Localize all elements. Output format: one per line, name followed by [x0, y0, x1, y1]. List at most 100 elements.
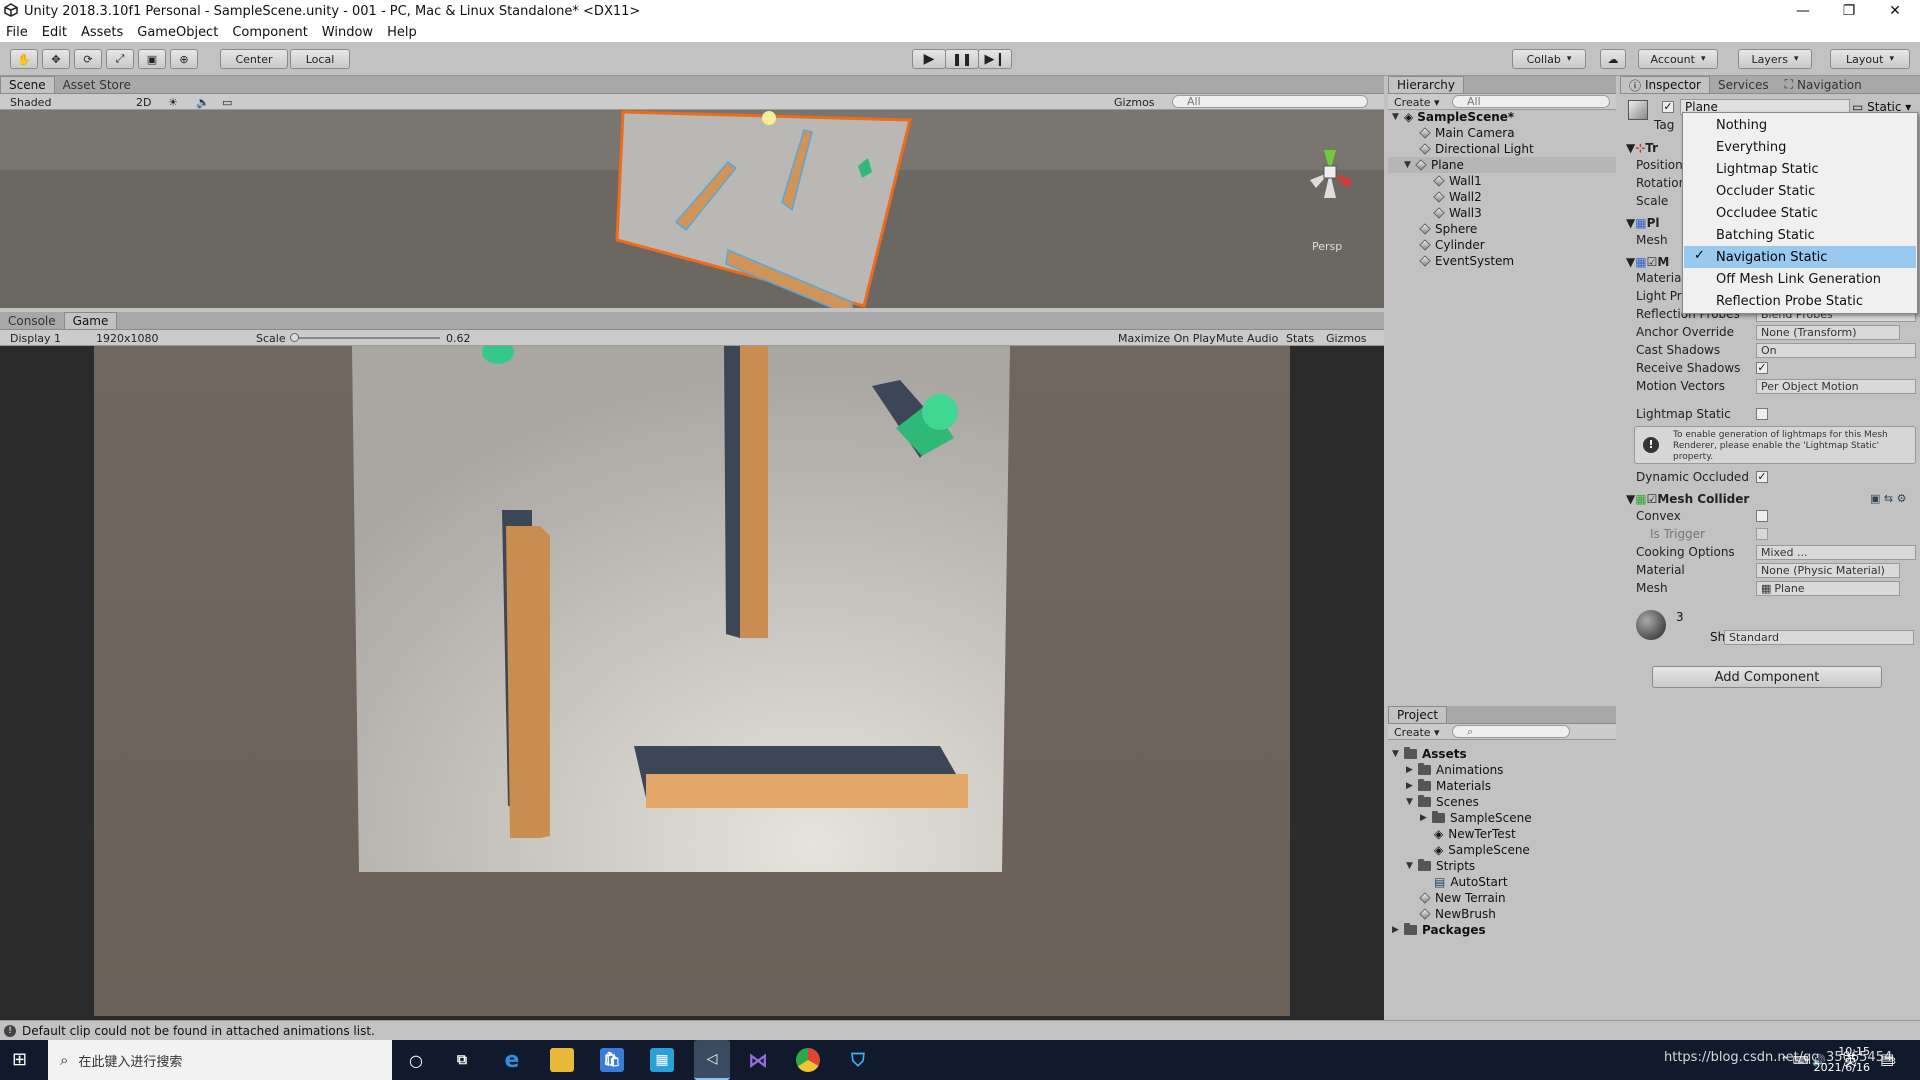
project-item[interactable]: ▶ Materials [1406, 778, 1491, 794]
menu-edit[interactable]: Edit [42, 25, 67, 40]
collider-enabled-checkbox[interactable]: ☑ [1647, 492, 1658, 506]
mute-audio-toggle[interactable]: Mute Audio [1216, 330, 1278, 346]
tab-hierarchy[interactable]: Hierarchy [1388, 76, 1465, 93]
menu-item-batching-static[interactable]: Batching Static [1684, 224, 1916, 246]
notification-icon[interactable]: ▤3 [1880, 1050, 1896, 1068]
dynamic-occluded-checkbox[interactable]: ✓ [1756, 471, 1768, 483]
receive-shadows-checkbox[interactable]: ✓ [1756, 362, 1768, 374]
maximize-on-play-toggle[interactable]: Maximize On Play [1118, 330, 1216, 346]
cortana-icon[interactable]: ○ [404, 1048, 428, 1072]
scene-search-input[interactable]: All [1172, 95, 1368, 108]
collider-material-field[interactable]: None (Physic Material) [1756, 563, 1900, 578]
pause-icon[interactable]: ❚❚ [945, 49, 979, 69]
hierarchy-search-input[interactable]: All [1452, 95, 1610, 108]
scene-viewport[interactable]: Persp [0, 110, 1384, 308]
audio-icon[interactable]: 🔈 [196, 94, 210, 110]
hierarchy-item[interactable]: Main Camera [1419, 125, 1515, 141]
tab-scene[interactable]: Scene [0, 76, 55, 93]
object-active-checkbox[interactable]: ✓ [1662, 101, 1674, 113]
hierarchy-item[interactable]: Wall3 [1433, 205, 1482, 221]
hierarchy-create-button[interactable]: Create ▾ [1394, 94, 1440, 110]
visual-studio-icon[interactable]: ⋈ [746, 1048, 770, 1072]
security-shield-icon[interactable]: ⛉ [846, 1048, 870, 1072]
close-icon[interactable]: ✕ [1872, 0, 1918, 22]
mesh-filter-header[interactable]: ▼ ▦ Pl [1626, 215, 1660, 231]
lighting-icon[interactable]: ☀ [168, 94, 178, 110]
scale-tool-icon[interactable]: ⤢ [106, 49, 134, 69]
clock[interactable]: 10:15 2021/6/16 [1810, 1044, 1870, 1076]
windows-start-icon[interactable]: ⊞ [12, 1050, 32, 1070]
menu-item-off-mesh-link[interactable]: Off Mesh Link Generation [1684, 268, 1916, 290]
project-create-button[interactable]: Create ▾ [1394, 724, 1440, 740]
menu-component[interactable]: Component [232, 25, 307, 40]
effects-icon[interactable]: ▭ [222, 94, 232, 110]
tab-inspector[interactable]: ⓘ Inspector [1620, 76, 1710, 93]
mode-2d-toggle[interactable]: 2D [136, 94, 151, 110]
file-explorer-icon[interactable] [550, 1048, 574, 1072]
edge-browser-icon[interactable]: e [500, 1048, 524, 1073]
unity-taskbar-icon[interactable]: ◁ [694, 1040, 730, 1080]
project-item[interactable]: New Terrain [1419, 890, 1506, 906]
play-icon[interactable]: ▶ [912, 49, 946, 69]
hierarchy-item[interactable]: Sphere [1419, 221, 1477, 237]
store-icon[interactable]: 🛍 [600, 1048, 624, 1072]
motion-vectors-dropdown[interactable]: Per Object Motion [1756, 379, 1916, 394]
project-item[interactable]: ▼ Scenes [1406, 794, 1479, 810]
transform-header[interactable]: ▼ ⊹ Tr [1626, 140, 1658, 156]
project-search-input[interactable]: ⌕ [1452, 725, 1570, 738]
renderer-enabled-checkbox[interactable]: ☑ [1647, 255, 1658, 269]
step-icon[interactable]: ▶❙ [978, 49, 1012, 69]
hierarchy-item-plane[interactable]: ▼ Plane [1388, 157, 1616, 173]
menu-help[interactable]: Help [387, 25, 417, 40]
move-tool-icon[interactable]: ✥ [42, 49, 70, 69]
rect-tool-icon[interactable]: ▣ [138, 49, 166, 69]
hierarchy-item[interactable]: Wall1 [1433, 173, 1482, 189]
project-packages-root[interactable]: ▶ Packages [1392, 922, 1486, 938]
hierarchy-scene-root[interactable]: ▼ ◈ SampleScene* [1392, 109, 1514, 125]
layout-button[interactable]: Layout [1830, 49, 1910, 69]
pivot-center-button[interactable]: Center [220, 49, 288, 69]
mesh-renderer-header[interactable]: ▼ ▦ ☑ M [1626, 254, 1669, 270]
menu-assets[interactable]: Assets [81, 25, 123, 40]
maximize-icon[interactable]: ❐ [1826, 0, 1872, 22]
shading-dropdown[interactable]: Shaded [10, 94, 122, 110]
convex-checkbox[interactable] [1756, 510, 1768, 522]
tab-services[interactable]: Services [1710, 76, 1777, 93]
chrome-icon[interactable] [796, 1048, 820, 1072]
menu-item-nothing[interactable]: Nothing [1684, 114, 1916, 136]
taskbar-search-box[interactable]: ⌕ 在此键入进行搜索 [48, 1040, 392, 1080]
collab-button[interactable]: Collab [1512, 49, 1586, 69]
menu-item-occludee-static[interactable]: Occludee Static [1684, 202, 1916, 224]
minimize-icon[interactable]: — [1780, 0, 1826, 22]
menu-file[interactable]: File [6, 25, 28, 40]
menu-item-occluder-static[interactable]: Occluder Static [1684, 180, 1916, 202]
tab-project[interactable]: Project [1388, 706, 1448, 723]
project-item[interactable]: ▶ SampleScene [1420, 810, 1532, 826]
project-item[interactable]: ◈ NewTerTest [1434, 826, 1516, 842]
account-button[interactable]: Account [1638, 49, 1718, 69]
mesh-collider-header[interactable]: ▼ ▦ ☑ Mesh Collider [1626, 491, 1749, 507]
cast-shadows-dropdown[interactable]: On [1756, 343, 1916, 358]
collider-mesh-field[interactable]: ▦ Plane [1756, 581, 1900, 596]
cooking-options-dropdown[interactable]: Mixed ... [1756, 545, 1916, 560]
project-assets-root[interactable]: ▼ Assets [1392, 746, 1467, 762]
task-view-icon[interactable]: ⧉ [450, 1048, 474, 1072]
menu-item-everything[interactable]: Everything [1684, 136, 1916, 158]
project-item[interactable]: NewBrush [1419, 906, 1496, 922]
tab-navigation[interactable]: ⛶ Navigation [1777, 76, 1870, 93]
rotate-tool-icon[interactable]: ⟳ [74, 49, 102, 69]
transform-tool-icon[interactable]: ⊕ [170, 49, 198, 69]
menu-window[interactable]: Window [322, 25, 373, 40]
pivot-local-button[interactable]: Local [290, 49, 350, 69]
shader-dropdown[interactable]: Standard [1724, 630, 1914, 645]
cloud-icon[interactable]: ☁ [1600, 49, 1626, 69]
hierarchy-item[interactable]: EventSystem [1419, 253, 1514, 269]
hierarchy-item[interactable]: Directional Light [1419, 141, 1534, 157]
game-gizmos-dropdown[interactable]: Gizmos [1326, 330, 1367, 346]
stats-toggle[interactable]: Stats [1286, 330, 1314, 346]
project-item[interactable]: ▤ AutoStart [1434, 874, 1508, 890]
scale-slider[interactable] [290, 330, 440, 346]
component-actions-icon[interactable]: ▣ ⇆ ⚙ [1870, 492, 1906, 505]
menu-item-reflection-probe-static[interactable]: Reflection Probe Static [1684, 290, 1916, 312]
materials-label[interactable]: Material [1636, 270, 1685, 286]
